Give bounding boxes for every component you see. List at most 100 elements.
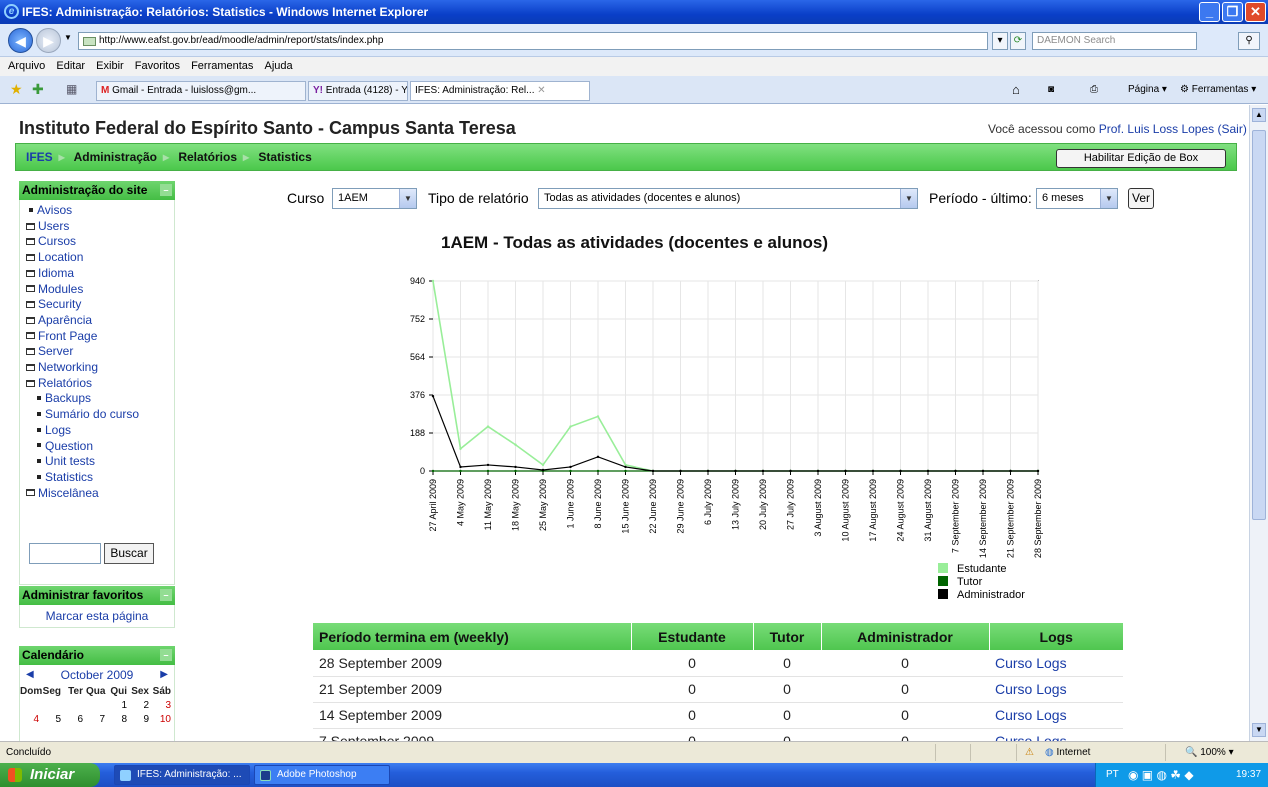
column-header-period[interactable]: Período termina em (weekly) <box>313 623 632 650</box>
menu-view[interactable]: Exibir <box>96 60 124 72</box>
sidebar-item-unit-tests[interactable]: Unit tests <box>25 454 174 470</box>
sidebar-item-question[interactable]: Question <box>25 439 174 455</box>
menu-help[interactable]: Ajuda <box>264 60 292 72</box>
print-icon[interactable]: ⎙ <box>1090 82 1098 98</box>
calendar-cell[interactable]: 6 <box>64 713 86 727</box>
sidebar-item-statistics[interactable]: Statistics <box>25 470 174 486</box>
calendar-cell[interactable]: Dom <box>20 685 42 699</box>
user-profile-link[interactable]: Prof. Luis Loss Lopes <box>1099 122 1214 136</box>
breadcrumb-reports[interactable]: Relatórios <box>178 150 237 164</box>
period-select[interactable]: 6 meses ▼ <box>1036 188 1118 209</box>
favorites-star-icon[interactable]: ★ <box>10 81 23 98</box>
column-header-admin[interactable]: Administrador <box>821 623 990 650</box>
calendar-cell[interactable]: Sex <box>130 685 152 699</box>
calendar-cell[interactable]: Qui <box>108 685 130 699</box>
calendar-cell[interactable]: 9 <box>130 713 152 727</box>
calendar-cell[interactable]: 3 <box>152 699 174 713</box>
sidebar-item-idioma[interactable]: Idioma <box>25 266 174 282</box>
menu-edit[interactable]: Editar <box>56 60 85 72</box>
menu-file[interactable]: Arquivo <box>8 60 45 72</box>
previous-month-icon[interactable]: ◀ <box>26 665 34 685</box>
tab-ifes[interactable]: IFES: Administração: Rel... ✕ <box>410 81 590 101</box>
calendar-cell[interactable]: 4 <box>20 713 42 727</box>
sidebar-item-backups[interactable]: Backups <box>25 391 174 407</box>
course-logs-link[interactable]: Curso Logs <box>995 707 1067 723</box>
menu-tools[interactable]: Ferramentas <box>191 60 253 72</box>
calendar-month[interactable]: October 2009 <box>61 668 134 682</box>
view-button[interactable]: Ver <box>1128 188 1155 209</box>
calendar-cell[interactable]: Sáb <box>152 685 174 699</box>
scroll-thumb[interactable] <box>1252 130 1266 520</box>
task-photoshop[interactable]: Adobe Photoshop <box>254 765 390 785</box>
address-dropdown-button[interactable]: ▾ <box>992 32 1008 50</box>
sidebar-item-sum-rio-do-curso[interactable]: Sumário do curso <box>25 407 174 423</box>
scroll-down-icon[interactable]: ▼ <box>1252 723 1266 737</box>
tray-icons[interactable]: ◉ ▣ ◍ ☘ ◆ <box>1128 763 1194 787</box>
calendar-cell[interactable]: Ter <box>64 685 86 699</box>
address-input[interactable]: http://www.eafst.gov.br/ead/moodle/admin… <box>78 32 988 50</box>
home-icon[interactable]: ⌂ <box>1012 82 1020 98</box>
zoom-control[interactable]: 🔍 100% ▾ <box>1185 742 1234 763</box>
forward-button[interactable]: ▶ <box>36 28 61 53</box>
sidebar-item-server[interactable]: Server <box>25 344 174 360</box>
quick-tabs-icon[interactable]: ▦ <box>66 82 77 96</box>
sidebar-item-modules[interactable]: Modules <box>25 282 174 298</box>
start-button[interactable]: Iniciar <box>0 763 100 787</box>
breadcrumb-admin[interactable]: Administração <box>74 150 157 164</box>
sidebar-item-relat-rios[interactable]: Relatórios <box>25 376 174 392</box>
feeds-icon[interactable]: ◙ <box>1048 82 1054 98</box>
collapse-icon[interactable]: – <box>160 589 172 601</box>
calendar-cell[interactable]: Seg <box>42 685 64 699</box>
sidebar-item-avisos[interactable]: Avisos <box>25 203 174 219</box>
search-button[interactable]: Buscar <box>104 543 154 564</box>
sidebar-item-security[interactable]: Security <box>25 297 174 313</box>
course-select[interactable]: 1AEM ▼ <box>332 188 417 209</box>
page-menu[interactable]: Página ▾ <box>1128 82 1167 98</box>
back-button[interactable]: ◀ <box>8 28 33 53</box>
sidebar-item-apar-ncia[interactable]: Aparência <box>25 313 174 329</box>
sidebar-item-front-page[interactable]: Front Page <box>25 329 174 345</box>
column-header-student[interactable]: Estudante <box>631 623 754 650</box>
calendar-cell[interactable]: 1 <box>108 699 130 713</box>
bookmark-page-link[interactable]: Marcar esta página <box>20 605 174 627</box>
scroll-up-icon[interactable]: ▲ <box>1252 108 1266 122</box>
page-scrollbar[interactable]: ▲ ▼ <box>1249 105 1268 741</box>
tab-yahoo[interactable]: Y! Entrada (4128) - Yahoo! Mail... <box>308 81 408 101</box>
language-indicator[interactable]: PT <box>1106 763 1119 787</box>
edit-blocks-button[interactable]: Habilitar Edição de Box <box>1056 149 1226 168</box>
tools-menu[interactable]: ⚙ Ferramentas ▾ <box>1180 82 1256 98</box>
close-button[interactable]: ✕ <box>1245 2 1266 22</box>
course-logs-link[interactable]: Curso Logs <box>995 733 1067 741</box>
course-logs-link[interactable]: Curso Logs <box>995 655 1067 671</box>
refresh-button[interactable]: ⟳ <box>1010 32 1026 50</box>
calendar-cell[interactable]: 5 <box>42 713 64 727</box>
task-ie[interactable]: IFES: Administração: ... <box>114 765 250 785</box>
tab-close-icon[interactable]: ✕ <box>537 85 545 96</box>
calendar-cell[interactable]: 7 <box>86 713 108 727</box>
course-logs-link[interactable]: Curso Logs <box>995 681 1067 697</box>
menu-favorites[interactable]: Favoritos <box>135 60 180 72</box>
next-month-icon[interactable]: ▶ <box>160 665 168 685</box>
column-header-tutor[interactable]: Tutor <box>753 623 822 650</box>
search-input[interactable]: DAEMON Search <box>1032 32 1197 50</box>
breadcrumb-home[interactable]: IFES <box>26 150 53 164</box>
calendar-cell[interactable]: 2 <box>130 699 152 713</box>
report-type-value: Todas as atividades (docentes e alunos) <box>544 192 741 204</box>
calendar-cell[interactable]: 8 <box>108 713 130 727</box>
calendar-cell[interactable]: 10 <box>152 713 174 727</box>
sidebar-item-logs[interactable]: Logs <box>25 423 174 439</box>
collapse-icon[interactable]: – <box>160 649 172 661</box>
sidebar-item-miscel-nea[interactable]: Miscelânea <box>25 486 174 502</box>
history-dropdown-icon[interactable]: ▼ <box>64 33 72 42</box>
logout-link[interactable]: (Sair) <box>1218 122 1247 136</box>
calendar-cell[interactable]: Qua <box>86 685 108 699</box>
tab-gmail[interactable]: M Gmail - Entrada - luisloss@gm... <box>96 81 306 101</box>
report-type-select[interactable]: Todas as atividades (docentes e alunos) ▼ <box>538 188 918 209</box>
search-icon[interactable]: ⚲ <box>1238 32 1260 50</box>
minimize-button[interactable]: _ <box>1199 2 1220 22</box>
collapse-icon[interactable]: – <box>160 184 172 196</box>
add-favorite-icon[interactable]: ✚ <box>32 81 44 98</box>
sidebar-item-networking[interactable]: Networking <box>25 360 174 376</box>
admin-search-input[interactable] <box>29 543 101 564</box>
maximize-button[interactable]: ❐ <box>1222 2 1243 22</box>
